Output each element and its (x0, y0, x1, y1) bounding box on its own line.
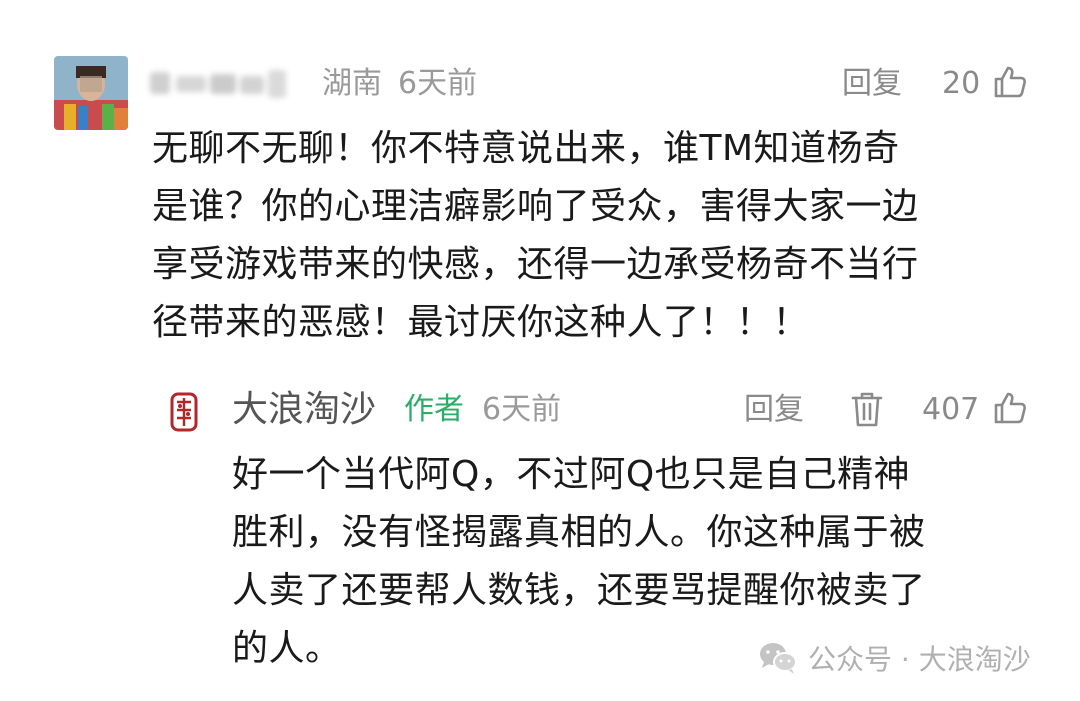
comment-timestamp: 6天前 (398, 66, 478, 101)
comment-line: 无聊不无聊！你不特意说出来，谁TM知道杨奇 (152, 128, 900, 169)
wechat-icon (760, 643, 797, 674)
reply-line: 人卖了还要帮人数钱，还要骂提醒你被卖了 (232, 570, 926, 611)
comment-line: 是谁？你的心理洁癖影响了受众，害得大家一边 (152, 186, 919, 227)
thumbs-up-icon[interactable] (992, 390, 1028, 426)
commenter-region: 湖南 (322, 66, 382, 101)
comment-thread: 湖南 6天前 回复 20 无聊不无聊！你不特意说出来，谁TM知道杨奇 是谁？你的… (0, 0, 1080, 701)
thumbs-up-icon[interactable] (992, 64, 1028, 100)
reply-timestamp: 6天前 (482, 392, 562, 427)
like-count: 407 (922, 392, 980, 427)
reply-button[interactable]: 回复 (842, 64, 902, 104)
author-badge: 作者 (404, 392, 464, 427)
author-avatar[interactable] (160, 388, 208, 436)
commenter-name-blurred[interactable] (148, 64, 298, 104)
watermark: 公众号 · 大浪淘沙 (758, 638, 1031, 678)
comment-line: 径带来的恶感！最讨厌你这种人了！！！ (152, 302, 810, 343)
reply-button[interactable]: 回复 (744, 390, 804, 430)
like-count: 20 (942, 66, 981, 101)
author-name[interactable]: 大浪淘沙 (232, 388, 376, 432)
reply-line: 好一个当代阿Q，不过阿Q也只是自己精神 (232, 454, 911, 495)
watermark-text: 公众号 · 大浪淘沙 (808, 643, 1031, 676)
trash-icon[interactable] (850, 390, 884, 428)
comment-line: 享受游戏带来的快感，还得一边承受杨奇不当行 (152, 244, 919, 285)
commenter-avatar[interactable] (54, 56, 128, 130)
reply-line: 胜利，没有怪揭露真相的人。你这种属于被 (232, 512, 926, 553)
comment-body: 无聊不无聊！你不特意说出来，谁TM知道杨奇 是谁？你的心理洁癖影响了受众，害得大… (152, 120, 1032, 352)
